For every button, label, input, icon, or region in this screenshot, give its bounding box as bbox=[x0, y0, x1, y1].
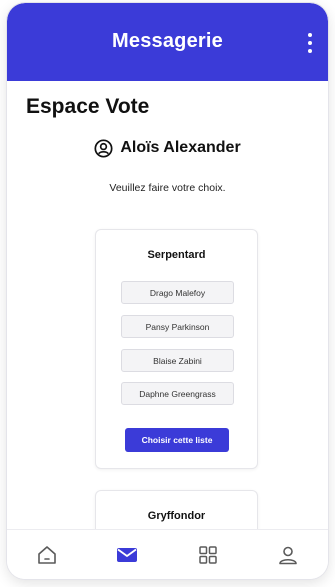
page-title: Espace Vote bbox=[26, 95, 150, 118]
phone-frame: Messagerie Espace Vote Aloïs Alexander V… bbox=[7, 3, 328, 579]
header-title: Messagerie bbox=[112, 30, 223, 52]
bottom-nav bbox=[7, 529, 328, 579]
nav-profile[interactable] bbox=[268, 535, 308, 575]
candidate-item[interactable]: Blaise Zabini bbox=[121, 349, 234, 372]
grid-icon bbox=[198, 545, 217, 564]
nav-grid[interactable] bbox=[188, 535, 228, 575]
list-name: Serpentard bbox=[147, 249, 206, 261]
vote-prompt: Veuillez faire votre choix. bbox=[109, 182, 226, 194]
candidate-item[interactable]: Drago Malefoy bbox=[121, 281, 234, 304]
candidate-item[interactable]: Pansy Parkinson bbox=[121, 315, 234, 338]
user-icon bbox=[279, 546, 297, 564]
mail-icon bbox=[117, 547, 138, 562]
user-circle-icon bbox=[94, 138, 113, 158]
candidate-item[interactable]: Daphne Greengrass bbox=[121, 382, 234, 405]
list-card-serpentard: Serpentard Drago Malefoy Pansy Parkinson… bbox=[95, 229, 258, 469]
nav-home[interactable] bbox=[27, 535, 67, 575]
more-vertical-icon[interactable] bbox=[305, 31, 315, 55]
nav-messages[interactable] bbox=[107, 535, 147, 575]
vote-content: Espace Vote Aloïs Alexander Veuillez fai… bbox=[7, 81, 328, 529]
list-card-gryffondor: Gryffondor bbox=[95, 490, 258, 529]
user-row: Aloïs Alexander bbox=[7, 136, 328, 160]
app-header: Messagerie bbox=[7, 3, 328, 81]
choose-list-button[interactable]: Choisir cette liste bbox=[125, 428, 229, 452]
home-icon bbox=[38, 545, 56, 564]
list-name: Gryffondor bbox=[147, 510, 206, 522]
user-name: Aloïs Alexander bbox=[120, 139, 241, 156]
